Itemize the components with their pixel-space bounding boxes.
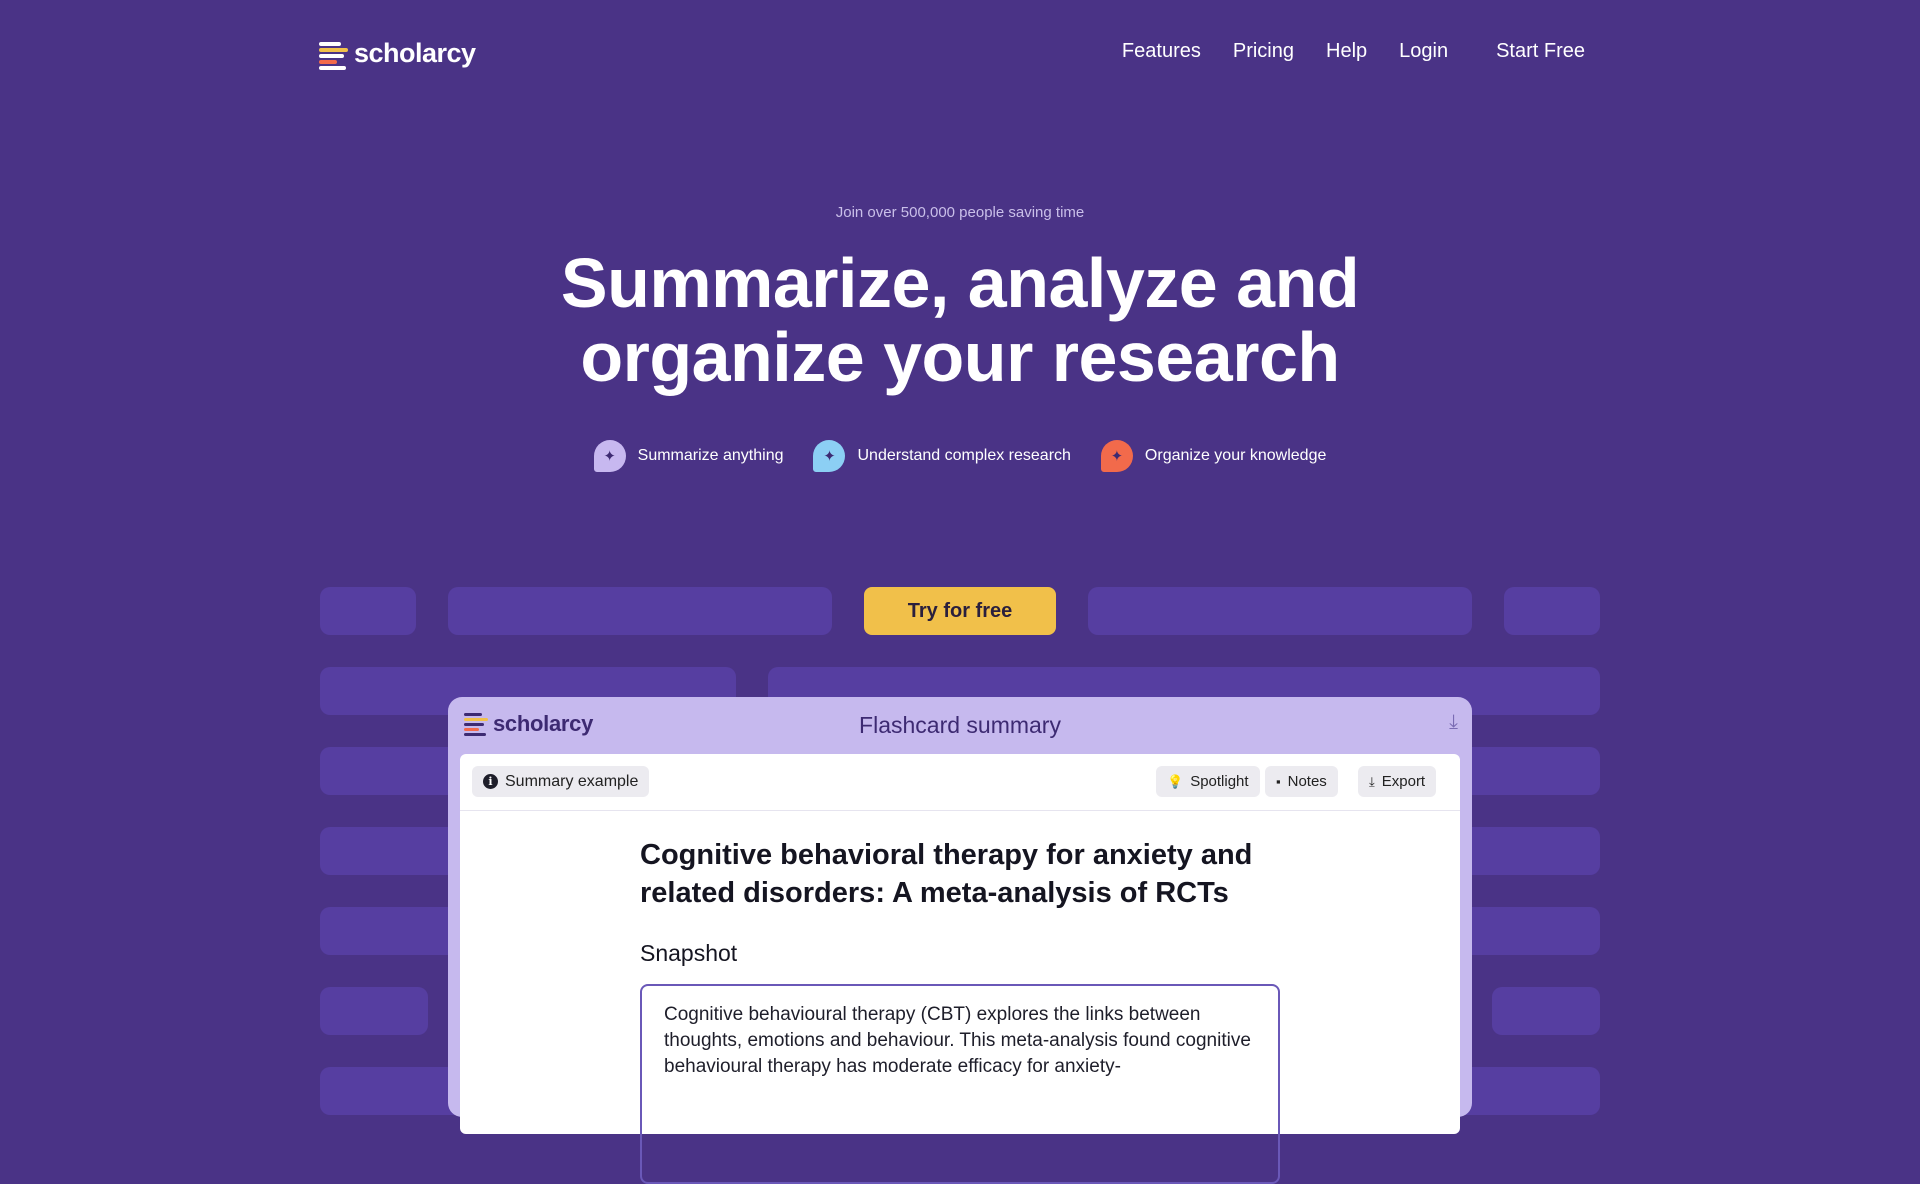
logo-stripes-icon (319, 40, 348, 70)
sparkle-icon: ✦ (813, 440, 846, 472)
nav-pricing[interactable]: Pricing (1233, 40, 1294, 63)
snapshot-text: Cognitive behavioural therapy (CBT) expl… (664, 1004, 1251, 1077)
note-icon: ▪ (1276, 774, 1281, 789)
nav-help[interactable]: Help (1326, 40, 1367, 63)
hero-headline: Summarize, analyze and organize your res… (0, 246, 1920, 394)
decor-block (448, 587, 832, 635)
sparkle-icon: ✦ (593, 440, 626, 472)
panel-toolbar: i Summary example 💡 Spotlight ▪ Notes ⤓ … (460, 754, 1460, 811)
feature-organize: ✦ Organize your knowledge (1100, 440, 1327, 472)
decor-block (320, 987, 428, 1035)
summary-panel: i Summary example 💡 Spotlight ▪ Notes ⤓ … (460, 754, 1460, 1184)
spotlight-button[interactable]: 💡 Spotlight (1156, 766, 1260, 797)
decor-block (320, 587, 416, 635)
feature-understand: ✦ Understand complex research (813, 440, 1071, 472)
decor-block (1504, 587, 1600, 635)
download-icon[interactable]: ⤓ (1449, 711, 1458, 734)
feature-label: Summarize anything (637, 447, 784, 464)
feature-label: Organize your knowledge (1144, 447, 1327, 464)
try-for-free-button[interactable]: Try for free (864, 587, 1056, 635)
snapshot-heading: Snapshot (640, 940, 738, 966)
info-icon: i (483, 774, 498, 789)
headline-line-1: Summarize, analyze and (560, 244, 1360, 322)
download-icon: ⤓ (1369, 773, 1375, 789)
decor-block (1492, 987, 1600, 1035)
decor-block (1088, 587, 1472, 635)
spotlight-label: Spotlight (1190, 773, 1249, 790)
summary-example-badge: i Summary example (472, 766, 650, 797)
site-logo[interactable]: scholarcy (319, 38, 476, 70)
nav-features[interactable]: Features (1122, 40, 1201, 63)
notes-label: Notes (1287, 773, 1327, 790)
summary-example-label: Summary example (505, 772, 639, 790)
sparkle-icon: ✦ (1100, 440, 1133, 472)
export-button[interactable]: ⤓ Export (1358, 766, 1437, 797)
feature-list: ✦ Summarize anything ✦ Understand comple… (0, 440, 1920, 472)
document-title: Cognitive behavioral therapy for anxiety… (640, 839, 1253, 909)
hero-tagline: Join over 500,000 people saving time (835, 204, 1085, 221)
logo-text: scholarcy (354, 38, 476, 68)
nav-login[interactable]: Login (1399, 40, 1448, 63)
feature-label: Understand complex research (857, 447, 1071, 464)
snapshot-box: Cognitive behavioural therapy (CBT) expl… (640, 984, 1280, 1184)
feature-summarize: ✦ Summarize anything (593, 440, 784, 472)
app-preview: scholarcy Flashcard summary ⤓ i Summary … (448, 697, 1472, 1184)
headline-line-2: organize your research (580, 318, 1340, 396)
app-title: Flashcard summary (859, 712, 1061, 738)
main-nav: Features Pricing Help Login Start Free (1090, 40, 1585, 63)
start-free-link[interactable]: Start Free (1496, 40, 1585, 63)
export-label: Export (1381, 773, 1426, 790)
lightbulb-icon: 💡 (1167, 773, 1184, 789)
notes-button[interactable]: ▪ Notes (1265, 766, 1338, 797)
